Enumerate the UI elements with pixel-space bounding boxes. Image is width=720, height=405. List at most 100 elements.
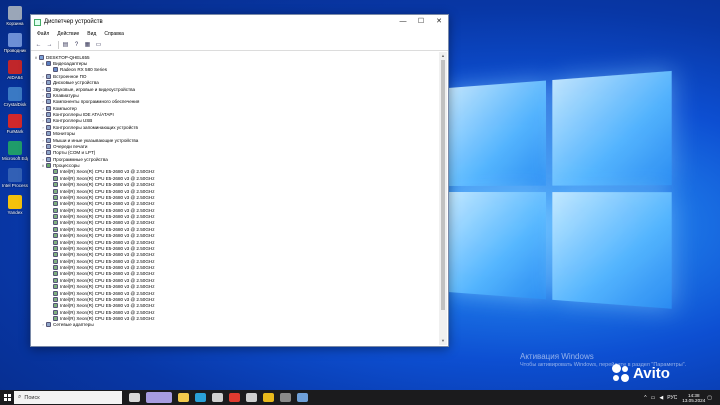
desktop-icon[interactable]: Проводник	[2, 33, 28, 53]
app-icon	[8, 141, 22, 155]
tree-item-label: Процессоры	[53, 163, 80, 169]
menu-bar: Файл Действие Вид Справка	[31, 29, 448, 39]
cpu-icon	[53, 194, 58, 200]
gpu-icon	[53, 67, 58, 73]
category-icon	[46, 86, 51, 92]
desktop-icon-label: Корзина	[6, 21, 24, 26]
desktop-icon[interactable]: Yandex	[2, 195, 28, 215]
yandex-browser-icon[interactable]	[263, 393, 274, 402]
cpu-icon	[53, 214, 58, 220]
scroll-down-icon[interactable]: ▼	[439, 337, 447, 345]
category-icon	[46, 143, 51, 149]
cpu-icon	[53, 309, 58, 315]
volume-icon[interactable]: ◀	[659, 395, 663, 401]
category-icon	[46, 150, 51, 156]
maximize-button[interactable]: ☐	[412, 15, 430, 29]
scroll-up-icon[interactable]: ▲	[439, 52, 447, 60]
cpu-icon	[53, 233, 58, 239]
desktop-icon-label: FurMark	[6, 129, 24, 134]
tree-item-label: Мониторы	[53, 131, 75, 137]
minimize-button[interactable]: —	[394, 15, 412, 29]
edge-icon[interactable]	[195, 393, 206, 402]
chevron-up-icon[interactable]: ^	[644, 395, 646, 401]
app-icon	[8, 60, 22, 74]
network-icon[interactable]: ▭	[651, 395, 656, 401]
category-icon	[46, 131, 51, 137]
view-icon[interactable]: ▦	[83, 41, 92, 49]
category-icon	[46, 92, 51, 98]
vertical-scrollbar[interactable]: ▲ ▼	[439, 52, 447, 345]
avito-logo: Avito	[612, 364, 670, 382]
close-button[interactable]: ✕	[430, 15, 448, 29]
taskbar-search[interactable]: ⌕ Поиск	[14, 391, 122, 404]
tree-item-label: Intel(R) Xeon(R) CPU E5-2680 v3 @ 2.50GH…	[60, 296, 155, 302]
tree-item-label: Intel(R) Xeon(R) CPU E5-2680 v3 @ 2.50GH…	[60, 214, 155, 220]
device-tree: ∨ DESKTOP-QHEL655 ∨ Видеоадаптеры Radeon RX …	[31, 52, 439, 345]
tree-item-label: Intel(R) Xeon(R) CPU E5-2680 v3 @ 2.50GH…	[60, 233, 155, 239]
title-bar[interactable]: Диспетчер устройств — ☐ ✕	[31, 15, 448, 29]
cpu-icon	[53, 207, 58, 213]
cpu-icon	[53, 226, 58, 232]
tree-item-label: Intel(R) Xeon(R) CPU E5-2680 v3 @ 2.50GH…	[60, 309, 155, 315]
desktop-icon[interactable]: FurMark	[2, 114, 28, 134]
app-icon[interactable]	[280, 393, 291, 402]
desktop-icon-label: Intel Processor Diagnostic	[2, 183, 28, 188]
clock[interactable]: 14:38 13.05.2024	[682, 393, 705, 403]
desktop-icon-label: Microsoft Edge	[2, 156, 28, 161]
cpu-icon	[53, 284, 58, 290]
activation-title: Активация Windows	[520, 352, 594, 361]
taskbar-apps	[126, 392, 311, 403]
desktop-icon[interactable]: Microsoft Edge	[2, 141, 28, 161]
tree-item-label: Intel(R) Xeon(R) CPU E5-2680 v3 @ 2.50GH…	[60, 239, 155, 245]
avito-text: Avito	[633, 364, 670, 382]
cpu-icon	[53, 188, 58, 194]
tree-item-label: Intel(R) Xeon(R) CPU E5-2680 v3 @ 2.50GH…	[60, 194, 155, 200]
cpu-icon	[53, 316, 58, 322]
desktop-icon[interactable]: Intel Processor Diagnostic	[2, 168, 28, 188]
menu-action[interactable]: Действие	[53, 31, 83, 37]
cpu-icon	[53, 303, 58, 309]
start-button[interactable]	[0, 390, 14, 405]
desktop-icon[interactable]: Корзина	[2, 6, 28, 26]
cpu-icon	[53, 239, 58, 245]
cpu-icon	[53, 290, 58, 296]
notifications-icon[interactable]: ▢	[707, 395, 712, 401]
tree-item-label: Radeon RX 580 Series	[60, 67, 107, 73]
task-view-icon[interactable]	[129, 393, 140, 402]
menu-file[interactable]: Файл	[33, 31, 53, 37]
menu-view[interactable]: Вид	[83, 31, 100, 37]
cpu-icon	[53, 258, 58, 264]
tree-item-label: Intel(R) Xeon(R) CPU E5-2680 v3 @ 2.50GH…	[60, 220, 155, 226]
back-icon[interactable]: ←	[34, 41, 43, 49]
language-indicator[interactable]: РУС	[667, 395, 677, 401]
help-icon[interactable]: ?	[72, 41, 81, 49]
monitor-icon[interactable]: ▭	[94, 41, 103, 49]
game-thumbnail-icon[interactable]	[146, 392, 172, 403]
search-placeholder: Поиск	[24, 394, 40, 401]
mail-icon[interactable]	[246, 393, 257, 402]
category-icon	[46, 112, 51, 118]
device-manager-icon[interactable]	[297, 393, 308, 402]
tree-item-label: Intel(R) Xeon(R) CPU E5-2680 v3 @ 2.50GH…	[60, 271, 155, 277]
category-icon	[46, 124, 51, 130]
file-explorer-icon[interactable]	[178, 393, 189, 402]
desktop: Корзина Проводник AIDA64 CrystalDisk FurMark…	[0, 0, 720, 390]
forward-icon[interactable]: →	[45, 41, 54, 49]
tree-item-label: Intel(R) Xeon(R) CPU E5-2680 v3 @ 2.50GH…	[60, 207, 155, 213]
desktop-icon[interactable]: CrystalDisk	[2, 87, 28, 107]
store-icon[interactable]	[212, 393, 223, 402]
tree-item-label: Intel(R) Xeon(R) CPU E5-2680 v3 @ 2.50GH…	[60, 188, 155, 194]
tree-item-label: Intel(R) Xeon(R) CPU E5-2680 v3 @ 2.50GH…	[60, 226, 155, 232]
cpu-icon	[53, 265, 58, 271]
category-icon	[46, 99, 51, 105]
windows-start-icon	[3, 394, 11, 401]
yandex-icon[interactable]	[229, 393, 240, 402]
tree-item-label: Видеоадаптеры	[53, 61, 88, 67]
desktop-icon[interactable]: AIDA64	[2, 60, 28, 80]
avito-dots-icon	[612, 364, 630, 382]
scrollbar-thumb[interactable]	[441, 60, 445, 310]
tree-category[interactable]: › Сетевые адаптеры	[31, 322, 439, 328]
tree-item-label: Intel(R) Xeon(R) CPU E5-2680 v3 @ 2.50GH…	[60, 258, 155, 264]
properties-icon[interactable]: ▤	[61, 41, 70, 49]
menu-help[interactable]: Справка	[100, 31, 128, 37]
